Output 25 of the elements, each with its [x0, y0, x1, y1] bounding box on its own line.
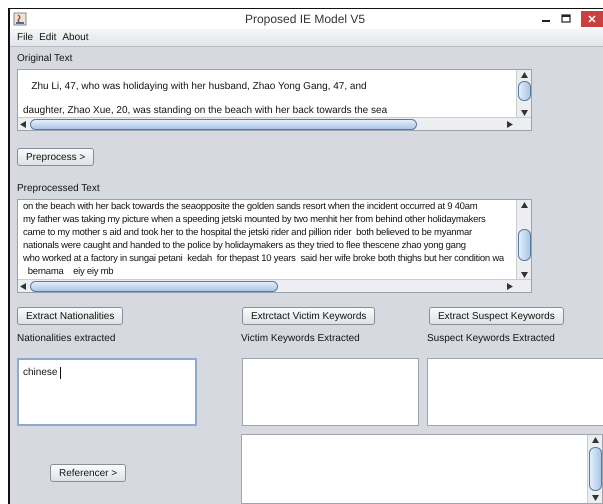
text-line: my father was taking my picture when a speeding jetski mounted by two menhit her from behind other holidaymakers — [23, 213, 486, 226]
original-text-area[interactable]: Zhu Li, 47, who was holidaying with her husband, Zhao Yong Gang, 47, and daughter, Zhao Xue, 20, was standing on the beach with her back towards the sea — [17, 69, 532, 131]
window-title: Proposed IE Model V5 — [245, 12, 366, 26]
menu-item[interactable]: About — [62, 32, 88, 43]
result-field[interactable]: chinese — [17, 358, 197, 426]
field-label: Victim Keywords Extracted — [241, 333, 361, 346]
text-line: who worked at a factory in sungai petani kedah for thepast 10 years said her wife broke both thighs but her condition wa — [23, 252, 504, 265]
preprocess-button[interactable]: Preprocess > — [17, 148, 94, 166]
extract-button[interactable]: Extract Nationalities — [17, 307, 124, 325]
text-line: nationals were caught and handed to the police by holidaymakers as they tried to flee thescene zhao yong gang — [23, 239, 466, 252]
menu-item[interactable]: Edit — [39, 32, 56, 43]
section-label: Original Text — [17, 53, 74, 66]
text-line: bernama eiy eiy mb — [26, 265, 114, 278]
extract-button[interactable]: Extrctact Victim Keywords — [242, 307, 376, 325]
field-label: Suspect Keywords Extracted — [427, 333, 556, 346]
section-label: Preprocessed Text — [17, 183, 101, 196]
field-value: chinese — [23, 367, 58, 378]
referencer-button[interactable]: Referencer > — [50, 464, 126, 482]
menu-item[interactable]: File — [17, 32, 34, 43]
text-line: Zhu Li, 47, who was holidaying with her husband, Zhao Yong Gang, 47, and — [30, 80, 367, 94]
text-line: on the beach with her back towards the seaopposite the golden sands resort when the incident occurred at 9 40am — [23, 200, 478, 213]
extract-button[interactable]: Extract Suspect Keywords — [429, 307, 564, 325]
field-label: Nationalities extracted — [17, 333, 116, 346]
text-line: came to my mother s aid and took her to the hospital the jetski rider and pillion rider both believed to be myanmar — [23, 226, 472, 239]
text-line: daughter, Zhao Xue, 20, was standing on the beach with her back towards the sea — [23, 104, 388, 118]
